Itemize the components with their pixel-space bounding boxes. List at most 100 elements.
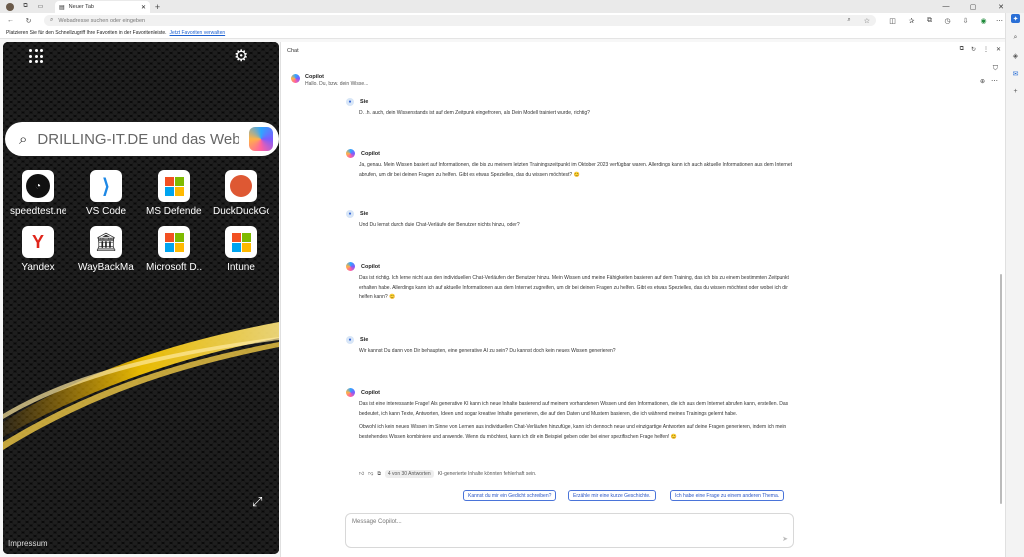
message-text: Das ist eine interessante Frage! Als gen… bbox=[359, 401, 789, 417]
message-input[interactable]: Message Copilot... ➤ bbox=[345, 513, 794, 548]
speedtest-icon: ◔ bbox=[26, 174, 50, 198]
quicklink-tile[interactable]: ◔ speedtest.net bbox=[10, 170, 66, 217]
favorites-bar: Platzieren Sie für den Schnellzugriff Ih… bbox=[0, 28, 1005, 39]
suggestion-chip[interactable]: Ich habe eine Frage zu einem anderen The… bbox=[670, 490, 785, 501]
new-tab-button[interactable]: + bbox=[153, 2, 162, 12]
chat-subtitle: Hallo. Du, bzw. dein Wisse... bbox=[305, 81, 369, 87]
message-text: Das ist richtig. Ich lerne nicht aus den… bbox=[359, 275, 789, 300]
message-placeholder: Message Copilot... bbox=[352, 519, 402, 525]
user-message: ● Sie Und Du lernst durch duie Chat-Verlä… bbox=[346, 210, 806, 231]
more-options-icon[interactable]: ⋮ bbox=[983, 46, 989, 53]
search-input[interactable]: DRILLING-IT.DE und das Web d... bbox=[37, 131, 239, 148]
downloads-icon[interactable]: ⇩ bbox=[961, 16, 970, 25]
quicklink-label: Intune bbox=[227, 262, 255, 273]
apps-launcher-icon[interactable] bbox=[29, 49, 43, 63]
message-text: Obwohl ich kein neues Wissen im Sinne vo… bbox=[359, 424, 787, 440]
copy-icon[interactable]: ⧉ bbox=[377, 471, 381, 477]
manage-favorites-link[interactable]: Jetzt Favoriten verwalten bbox=[170, 30, 226, 36]
refresh-icon[interactable]: ↻ bbox=[24, 16, 33, 25]
user-avatar-icon: ● bbox=[346, 98, 354, 106]
workspaces-icon[interactable]: ⧉ bbox=[21, 2, 30, 11]
copilot-chat-pane: Chat ⧉ ↻ ⋮ ✕ ⛉ ⊕ ⋯ Copilot Hallo. Du, bz… bbox=[280, 42, 1005, 557]
sidebar-outlook-icon[interactable]: ✉ bbox=[1011, 69, 1020, 78]
quicklink-label: DuckDuckGo bbox=[213, 206, 269, 217]
tab-actions-icon[interactable]: ▭ bbox=[36, 2, 45, 11]
user-message: ● Sie Wir kannst Du dann von Dir behaupte… bbox=[346, 336, 806, 357]
copilot-name: Copilot bbox=[305, 74, 324, 80]
message-author: Sie bbox=[360, 99, 369, 105]
split-screen-icon[interactable]: ◫ bbox=[888, 16, 897, 25]
shield-icon[interactable]: ⛉ bbox=[993, 65, 998, 73]
quicklink-label: Microsoft D... bbox=[146, 262, 202, 273]
gear-icon[interactable]: ⚙ bbox=[234, 46, 248, 66]
sidebar-add-icon[interactable]: + bbox=[1011, 87, 1020, 96]
copilot-icon bbox=[346, 149, 355, 158]
edge-sidebar: ✦ ⌕ ◈ ✉ + bbox=[1005, 13, 1024, 557]
zoom-icon[interactable]: ⌕ bbox=[847, 17, 850, 24]
microsoft-icon bbox=[164, 176, 184, 196]
user-avatar-icon: ● bbox=[346, 336, 354, 344]
maximize-button[interactable]: ▢ bbox=[962, 0, 984, 13]
quicklink-tile[interactable]: Y Yandex bbox=[10, 226, 66, 273]
sidebar-shopping-icon[interactable]: ◈ bbox=[1011, 51, 1020, 60]
web-search-box[interactable]: ⌕ DRILLING-IT.DE und das Web d... bbox=[5, 122, 279, 156]
light-streak-decoration bbox=[3, 322, 279, 450]
favorite-star-icon[interactable]: ☆ bbox=[864, 17, 870, 25]
quicklink-tile[interactable]: 🏛 WayBackMa... bbox=[78, 226, 134, 273]
message-author: Copilot bbox=[361, 150, 380, 157]
message-author: Sie bbox=[360, 337, 369, 343]
copilot-sidebar-icon[interactable]: ✦ bbox=[1011, 14, 1020, 23]
message-feedback-bar: 👍︎ 👎︎ ⧉ 4 von 30 Antworten KI-generierte… bbox=[359, 470, 536, 478]
thumbs-up-icon[interactable]: 👍︎ bbox=[359, 471, 364, 477]
chat-scrollbar[interactable] bbox=[1000, 274, 1002, 504]
quicklink-label: speedtest.net bbox=[10, 206, 66, 217]
quicklink-tile[interactable]: ⟩ VS Code bbox=[78, 170, 134, 217]
ai-disclaimer: KI-generierte Inhalte könnten fehlerhaft… bbox=[437, 471, 537, 477]
expand-icon[interactable]: ⤢ bbox=[252, 494, 262, 510]
menu-icon[interactable]: ⋯ bbox=[995, 16, 1004, 25]
quicklink-tile[interactable]: MS Defende... bbox=[146, 170, 202, 217]
copilot-icon bbox=[346, 388, 355, 397]
message-text: Und Du lernst durch duie Chat-Verläufe d… bbox=[359, 222, 520, 228]
tab-new-tab[interactable]: ▤ Neuer Tab ✕ bbox=[55, 1, 150, 13]
copilot-icon[interactable] bbox=[249, 127, 273, 151]
quicklink-tile[interactable]: Microsoft D... bbox=[146, 226, 202, 273]
search-icon: ⌕ bbox=[50, 17, 54, 23]
history-icon[interactable]: ◷ bbox=[943, 16, 952, 25]
tab-close-icon[interactable]: ✕ bbox=[141, 4, 146, 11]
send-icon[interactable]: ➤ bbox=[782, 535, 788, 543]
open-in-tab-icon[interactable]: ⧉ bbox=[960, 46, 964, 53]
thumbs-down-icon[interactable]: 👎︎ bbox=[368, 471, 373, 477]
extension-icon[interactable]: ◉ bbox=[979, 16, 988, 25]
chat-pane-title: Chat bbox=[287, 48, 299, 54]
quicklink-label: WayBackMa... bbox=[78, 262, 134, 273]
message-text: Ja, genau. Mein Wissen basiert auf Infor… bbox=[359, 162, 793, 178]
quicklink-tile[interactable]: Intune bbox=[213, 226, 269, 273]
message-author: Copilot bbox=[361, 263, 380, 270]
suggestion-chip[interactable]: Kannst du mir ein Gedicht schreiben? bbox=[463, 490, 557, 501]
chat-header: Copilot Hallo. Du, bzw. dein Wisse... bbox=[291, 74, 368, 87]
back-icon[interactable]: ← bbox=[6, 16, 15, 25]
new-chat-icon[interactable]: ⊕ bbox=[980, 78, 985, 85]
suggestion-chip[interactable]: Erzähle mir eine kurze Geschichte. bbox=[568, 490, 656, 501]
sidebar-search-icon[interactable]: ⌕ bbox=[1011, 33, 1020, 42]
minimize-button[interactable]: — bbox=[935, 0, 957, 13]
address-bar[interactable]: ⌕ Webadresse suchen oder eingeben ⌕ ☆ bbox=[44, 15, 876, 26]
chat-menu-icon[interactable]: ⋯ bbox=[991, 77, 998, 85]
refresh-icon[interactable]: ↻ bbox=[971, 46, 976, 53]
profile-avatar-icon[interactable] bbox=[5, 2, 14, 11]
close-window-button[interactable]: ✕ bbox=[990, 0, 1012, 13]
quicklink-label: MS Defende... bbox=[146, 206, 202, 217]
close-icon[interactable]: ✕ bbox=[996, 46, 1001, 53]
favorites-hint: Platzieren Sie für den Schnellzugriff Ih… bbox=[6, 30, 167, 36]
search-icon: ⌕ bbox=[19, 130, 28, 148]
favorites-icon[interactable]: ✰ bbox=[907, 16, 916, 25]
title-bar: ⧉ ▭ ▤ Neuer Tab ✕ + — ▢ ✕ bbox=[0, 0, 1024, 13]
quicklink-label: Yandex bbox=[21, 262, 55, 273]
collections-icon[interactable]: ⧉ bbox=[925, 16, 934, 25]
new-tab-page: ⚙ ⌕ DRILLING-IT.DE und das Web d... ◔ sp… bbox=[3, 42, 279, 554]
impressum-link[interactable]: Impressum bbox=[8, 539, 48, 548]
copilot-icon bbox=[346, 262, 355, 271]
address-input[interactable]: Webadresse suchen oder eingeben bbox=[58, 18, 842, 24]
quicklink-tile[interactable]: DuckDuckGo bbox=[213, 170, 269, 217]
